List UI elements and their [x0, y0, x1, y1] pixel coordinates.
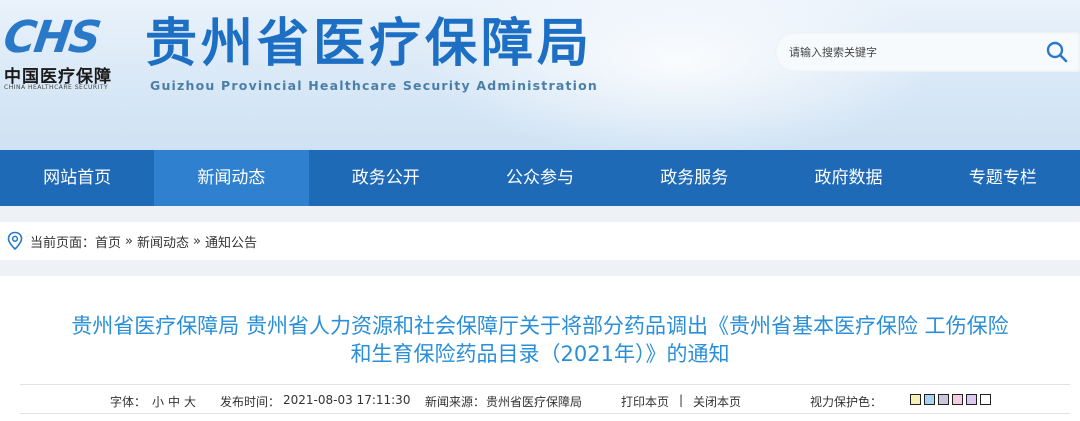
breadcrumb-prefix: 当前页面：	[30, 235, 96, 251]
font-size-label: 字体：	[110, 395, 147, 409]
site-subtitle: Guizhou Provincial Healthcare Security A…	[150, 78, 599, 93]
breadcrumb-notices-link[interactable]: 通知公告	[205, 232, 257, 251]
search-button[interactable]	[1043, 38, 1071, 66]
color-swatch-gray[interactable]	[938, 394, 949, 405]
publish-time-label: 发布时间：	[220, 395, 281, 409]
publish-time-value: 2021-08-03 17:11:30	[283, 393, 411, 407]
color-swatch-yellow[interactable]	[910, 394, 921, 405]
font-size-large-button[interactable]: 大	[184, 393, 196, 410]
color-swatch-purple[interactable]	[966, 394, 977, 405]
article-title: 贵州省医疗保障局 贵州省人力资源和社会保障厅关于将部分药品调出《贵州省基本医疗保…	[0, 312, 1080, 368]
nav-item-news[interactable]: 新闻动态	[154, 150, 309, 206]
main-nav: 网站首页 新闻动态 政务公开 公众参与 政务服务 政府数据 专题专栏	[0, 150, 1080, 206]
eye-protection-label: 视力保护色：	[810, 395, 883, 409]
meta-divider: |	[679, 393, 684, 407]
breadcrumb: 当前页面： 首页 » 新闻动态 » 通知公告	[0, 222, 1080, 260]
article-panel: 贵州省医疗保障局 贵州省人力资源和社会保障厅关于将部分药品调出《贵州省基本医疗保…	[0, 276, 1080, 421]
color-swatch-blue[interactable]	[924, 394, 935, 405]
news-source-label: 新闻来源：	[425, 395, 486, 409]
nav-item-gov-data[interactable]: 政府数据	[771, 150, 925, 206]
search-box	[775, 32, 1080, 72]
article-title-line-2: 和生育保险药品目录（2021年）》的通知	[350, 342, 730, 366]
article-title-line-1: 贵州省医疗保障局 贵州省人力资源和社会保障厅关于将部分药品调出《贵州省基本医疗保…	[71, 314, 1009, 338]
location-pin-icon	[7, 231, 23, 251]
site-header: CHS 中国医疗保障 CHINA HEALTHCARE SECURITY 贵州省…	[0, 0, 1080, 150]
site-title: 贵州省医疗保障局	[145, 13, 594, 74]
search-icon	[1046, 41, 1068, 63]
nav-item-gov-services[interactable]: 政务服务	[617, 150, 771, 206]
font-size-small-button[interactable]: 小	[152, 393, 164, 410]
font-size-medium-button[interactable]: 中	[168, 393, 180, 410]
breadcrumb-news-link[interactable]: 新闻动态	[137, 232, 189, 251]
nav-item-gov-affairs[interactable]: 政务公开	[309, 150, 463, 206]
nav-item-public-participation[interactable]: 公众参与	[463, 150, 617, 206]
color-swatch-pink[interactable]	[952, 394, 963, 405]
chs-logo[interactable]: CHS	[0, 12, 131, 63]
article-meta-bar: 字体： 小 中 大 发布时间： 2021-08-03 17:11:30 新闻来源…	[20, 384, 1070, 414]
search-input[interactable]	[789, 43, 1029, 61]
breadcrumb-separator: »	[193, 233, 201, 249]
color-swatch-white[interactable]	[980, 394, 991, 405]
news-source-value: 贵州省医疗保障局	[486, 395, 583, 409]
logo-en-text: CHINA HEALTHCARE SECURITY	[4, 84, 109, 91]
eye-protection-swatches	[910, 394, 991, 405]
nav-item-home[interactable]: 网站首页	[0, 150, 154, 206]
close-page-link[interactable]: 关闭本页	[693, 393, 741, 410]
breadcrumb-separator: »	[125, 233, 133, 249]
print-page-link[interactable]: 打印本页	[621, 393, 669, 410]
nav-item-special-topics[interactable]: 专题专栏	[926, 150, 1080, 206]
breadcrumb-home-link[interactable]: 首页	[95, 232, 121, 251]
